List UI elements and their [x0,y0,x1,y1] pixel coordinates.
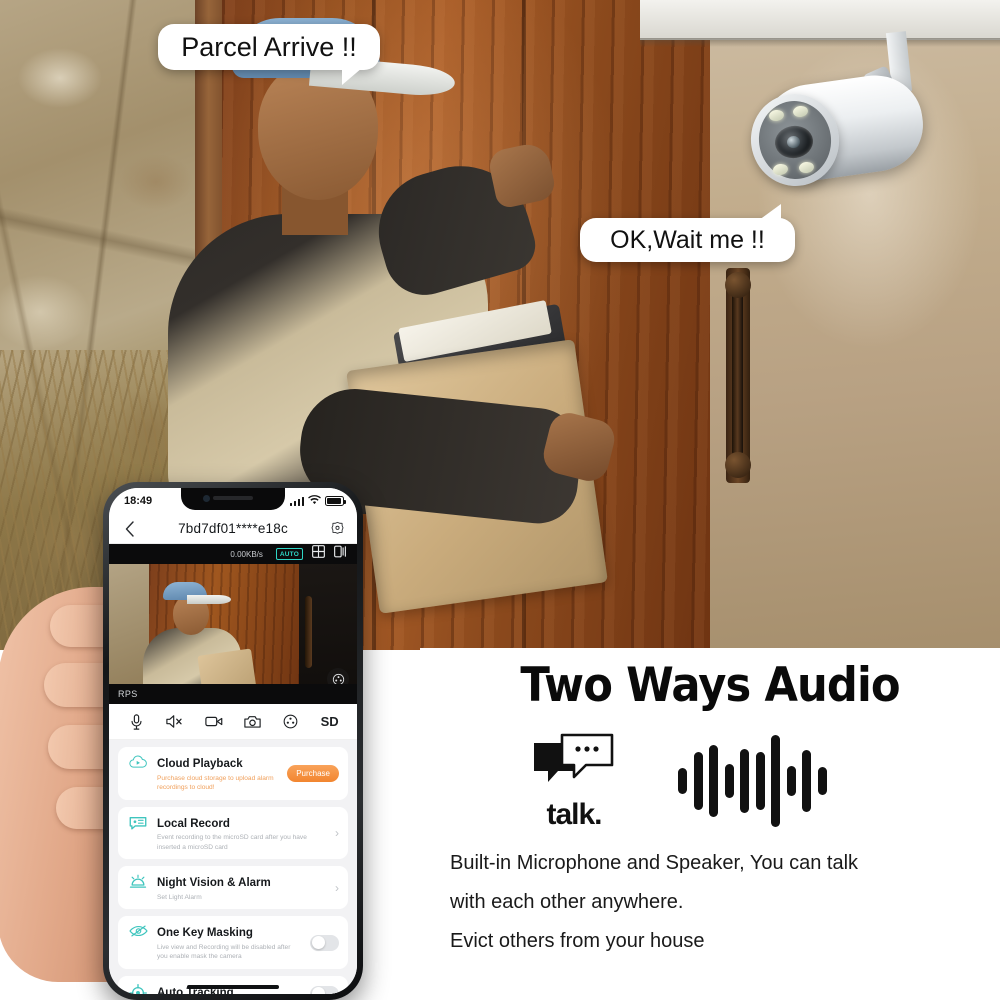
item-subtitle: Purchase cloud storage to upload alarm r… [157,774,274,792]
back-chevron-icon[interactable] [119,519,139,539]
phone-screen: 18:49 7bd7df01****e18c 0.00KB/s AUTO RPS… [109,488,357,994]
purchase-button[interactable]: Purchase [287,764,339,782]
eye-off-icon [127,923,149,938]
battery-icon [325,496,346,506]
courier-speech-text: Parcel Arrive !! [181,31,357,62]
speaker-mute-icon[interactable] [162,709,188,735]
home-indicator [187,985,279,989]
speech-bubbles-icon [534,733,614,782]
phone-mockup: 18:49 7bd7df01****e18c 0.00KB/s AUTO RPS… [0,482,363,1000]
masking-toggle[interactable] [310,934,339,951]
item-subtitle: Event recording to the microSD card afte… [157,834,307,851]
camera-speech-bubble: OK,Wait me !! [580,204,795,262]
promo-panel: Two Ways Audio talk. Built-in Microphone… [420,648,1000,1000]
sd-text-icon[interactable]: SD [317,709,343,735]
bitrate-label: 0.00KB/s [230,549,263,559]
item-title: One Key Masking [157,927,253,940]
camera-speech-text: OK,Wait me !! [610,225,765,254]
soffit-shadow [640,38,1000,47]
gear-icon[interactable] [327,519,347,539]
chevron-right-icon[interactable]: › [335,826,339,840]
microphone-icon[interactable] [123,709,149,735]
device-id-title: 7bd7df01****e18c [178,521,288,536]
grid-view-icon[interactable] [312,545,325,563]
roof-soffit [640,0,1000,40]
door-knob-bottom [725,452,751,478]
direction-pad-icon[interactable] [278,709,304,735]
door-knob-top [725,272,751,298]
talk-logo: talk. [528,729,620,832]
chevron-right-icon[interactable]: › [335,881,339,895]
record-card-icon [127,814,149,830]
camera-snapshot-icon[interactable] [239,709,265,735]
status-time: 18:49 [124,495,153,507]
settings-item-local-record[interactable]: Local Record Event recording to the micr… [118,806,348,860]
item-subtitle: Set Light Alarm [157,893,202,901]
crosshair-target-icon [127,983,149,994]
split-screen-icon[interactable] [334,545,347,563]
item-title: Night Vision & Alarm [157,877,271,890]
auto-tracking-toggle[interactable] [310,985,339,994]
video-watermark: RPS [109,684,357,704]
cellular-signal-icon [289,496,304,506]
promo-description: Built-in Microphone and Speaker, You can… [420,832,1000,961]
settings-item-one-key-masking[interactable]: One Key Masking Live view and Recording … [118,916,348,969]
door-handle-bar [732,292,743,457]
promo-line-2: with each other anywhere. [450,891,684,913]
phone-frame: 18:49 7bd7df01****e18c 0.00KB/s AUTO RPS… [103,482,363,1000]
wifi-icon [308,494,321,508]
stream-info-bar: 0.00KB/s AUTO [109,544,357,564]
security-camera-device [745,31,929,192]
settings-list: Cloud Playback Purchase cloud storage to… [109,740,357,994]
item-title: Cloud Playback [157,758,243,770]
quality-badge[interactable]: AUTO [275,548,303,560]
item-subtitle: Live view and Recording will be disabled… [157,943,291,961]
live-video-preview[interactable]: RPS [109,564,357,704]
alarm-light-icon [127,873,149,890]
courier-speech-bubble: Parcel Arrive !! [158,24,380,85]
settings-item-night-vision-alarm[interactable]: Night Vision & Alarm Set Light Alarm › [118,866,348,910]
promo-line-1: Built-in Microphone and Speaker, You can… [450,852,859,874]
promo-line-3: Evict others from your house [450,930,705,952]
promo-icon-row: talk. [420,713,1000,832]
app-bar: 7bd7df01****e18c [109,514,357,544]
settings-item-cloud-playback[interactable]: Cloud Playback Purchase cloud storage to… [118,747,348,800]
audio-waveform-icon [678,733,827,828]
video-record-icon[interactable] [201,709,227,735]
cloud-play-icon [127,754,149,769]
talk-logo-word: talk. [546,798,602,831]
promo-headline: Two Ways Audio [520,658,900,713]
phone-notch [181,488,285,510]
camera-toolbar: SD [109,704,357,740]
item-title: Local Record [157,817,230,830]
